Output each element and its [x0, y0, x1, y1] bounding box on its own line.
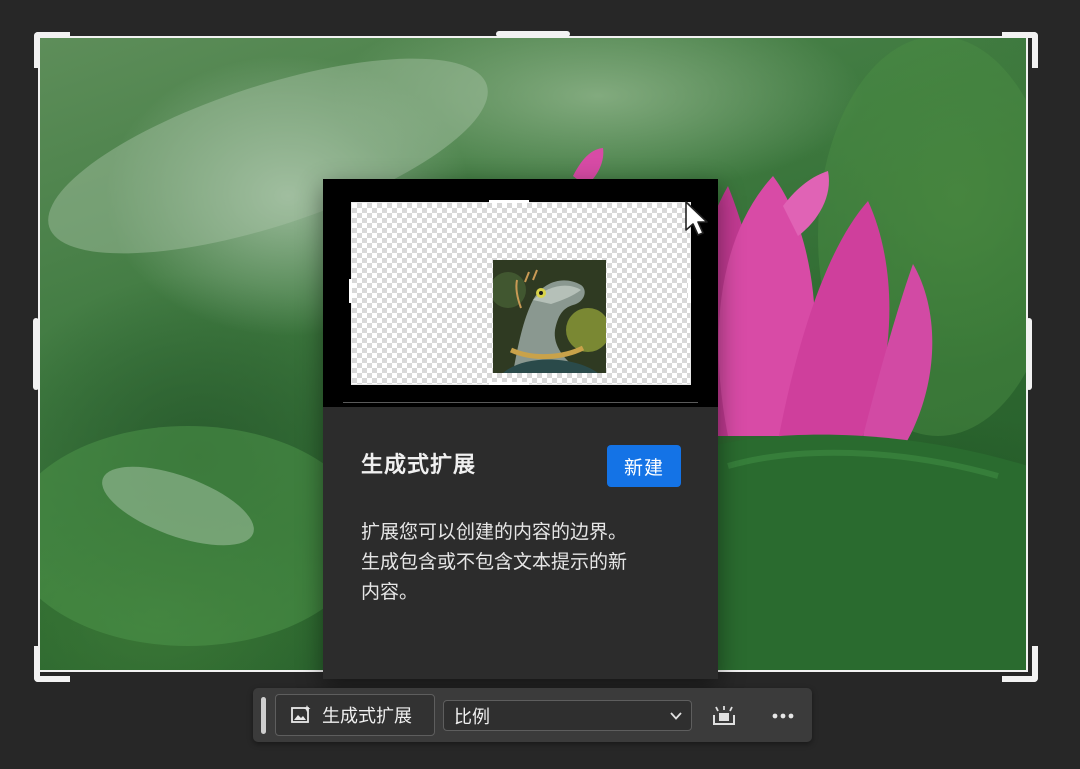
- crop-handle-bottom-right[interactable]: [1002, 646, 1038, 682]
- generative-expand-label: 生成式扩展: [322, 706, 412, 727]
- crop-handle-top-left[interactable]: [34, 32, 70, 68]
- generative-expand-icon: [291, 705, 311, 723]
- preview-lizard-image: [493, 260, 606, 373]
- tooltip-description-line: 扩展您可以创建的内容的边界。: [361, 521, 628, 543]
- contextual-task-bar: 生成式扩展 比例: [253, 688, 812, 742]
- chevron-down-icon: [670, 712, 682, 720]
- tooltip-description-line: 内容。: [361, 581, 419, 603]
- taskbar-drag-handle[interactable]: [261, 697, 266, 734]
- new-badge: 新建: [607, 445, 681, 487]
- crop-handle-top-right[interactable]: [1002, 32, 1038, 68]
- preview-handle-top: [489, 200, 529, 203]
- reset-crop-icon: [713, 706, 735, 725]
- ratio-select-value: 比例: [454, 706, 490, 728]
- crop-handle-top[interactable]: [496, 31, 570, 37]
- preview-divider: [343, 402, 698, 403]
- generative-expand-tooltip: 生成式扩展 新建 扩展您可以创建的内容的边界。 生成包含或不包含文本提示的新 内…: [323, 179, 718, 679]
- tooltip-title: 生成式扩展: [361, 453, 477, 478]
- preview-handle-right: [688, 279, 691, 303]
- tooltip-preview: [323, 179, 718, 407]
- more-options-icon: [772, 713, 794, 719]
- tooltip-description-line: 生成包含或不包含文本提示的新: [361, 551, 628, 573]
- ratio-select[interactable]: 比例: [443, 700, 692, 731]
- preview-transparent-canvas: [351, 202, 691, 385]
- workspace-canvas: 生成式扩展 新建 扩展您可以创建的内容的边界。 生成包含或不包含文本提示的新 内…: [0, 0, 1080, 769]
- more-options-button[interactable]: [768, 701, 798, 731]
- tooltip-description: 扩展您可以创建的内容的边界。 生成包含或不包含文本提示的新 内容。: [361, 517, 681, 607]
- preview-handle-bottom: [489, 382, 529, 385]
- preview-handle-left: [349, 279, 352, 303]
- reset-crop-button[interactable]: [709, 701, 739, 731]
- crop-handle-right[interactable]: [1026, 318, 1032, 390]
- arrow-cursor-icon: [684, 200, 710, 242]
- crop-handle-left[interactable]: [33, 318, 39, 390]
- crop-handle-bottom-left[interactable]: [34, 646, 70, 682]
- generative-expand-button[interactable]: 生成式扩展: [275, 694, 435, 736]
